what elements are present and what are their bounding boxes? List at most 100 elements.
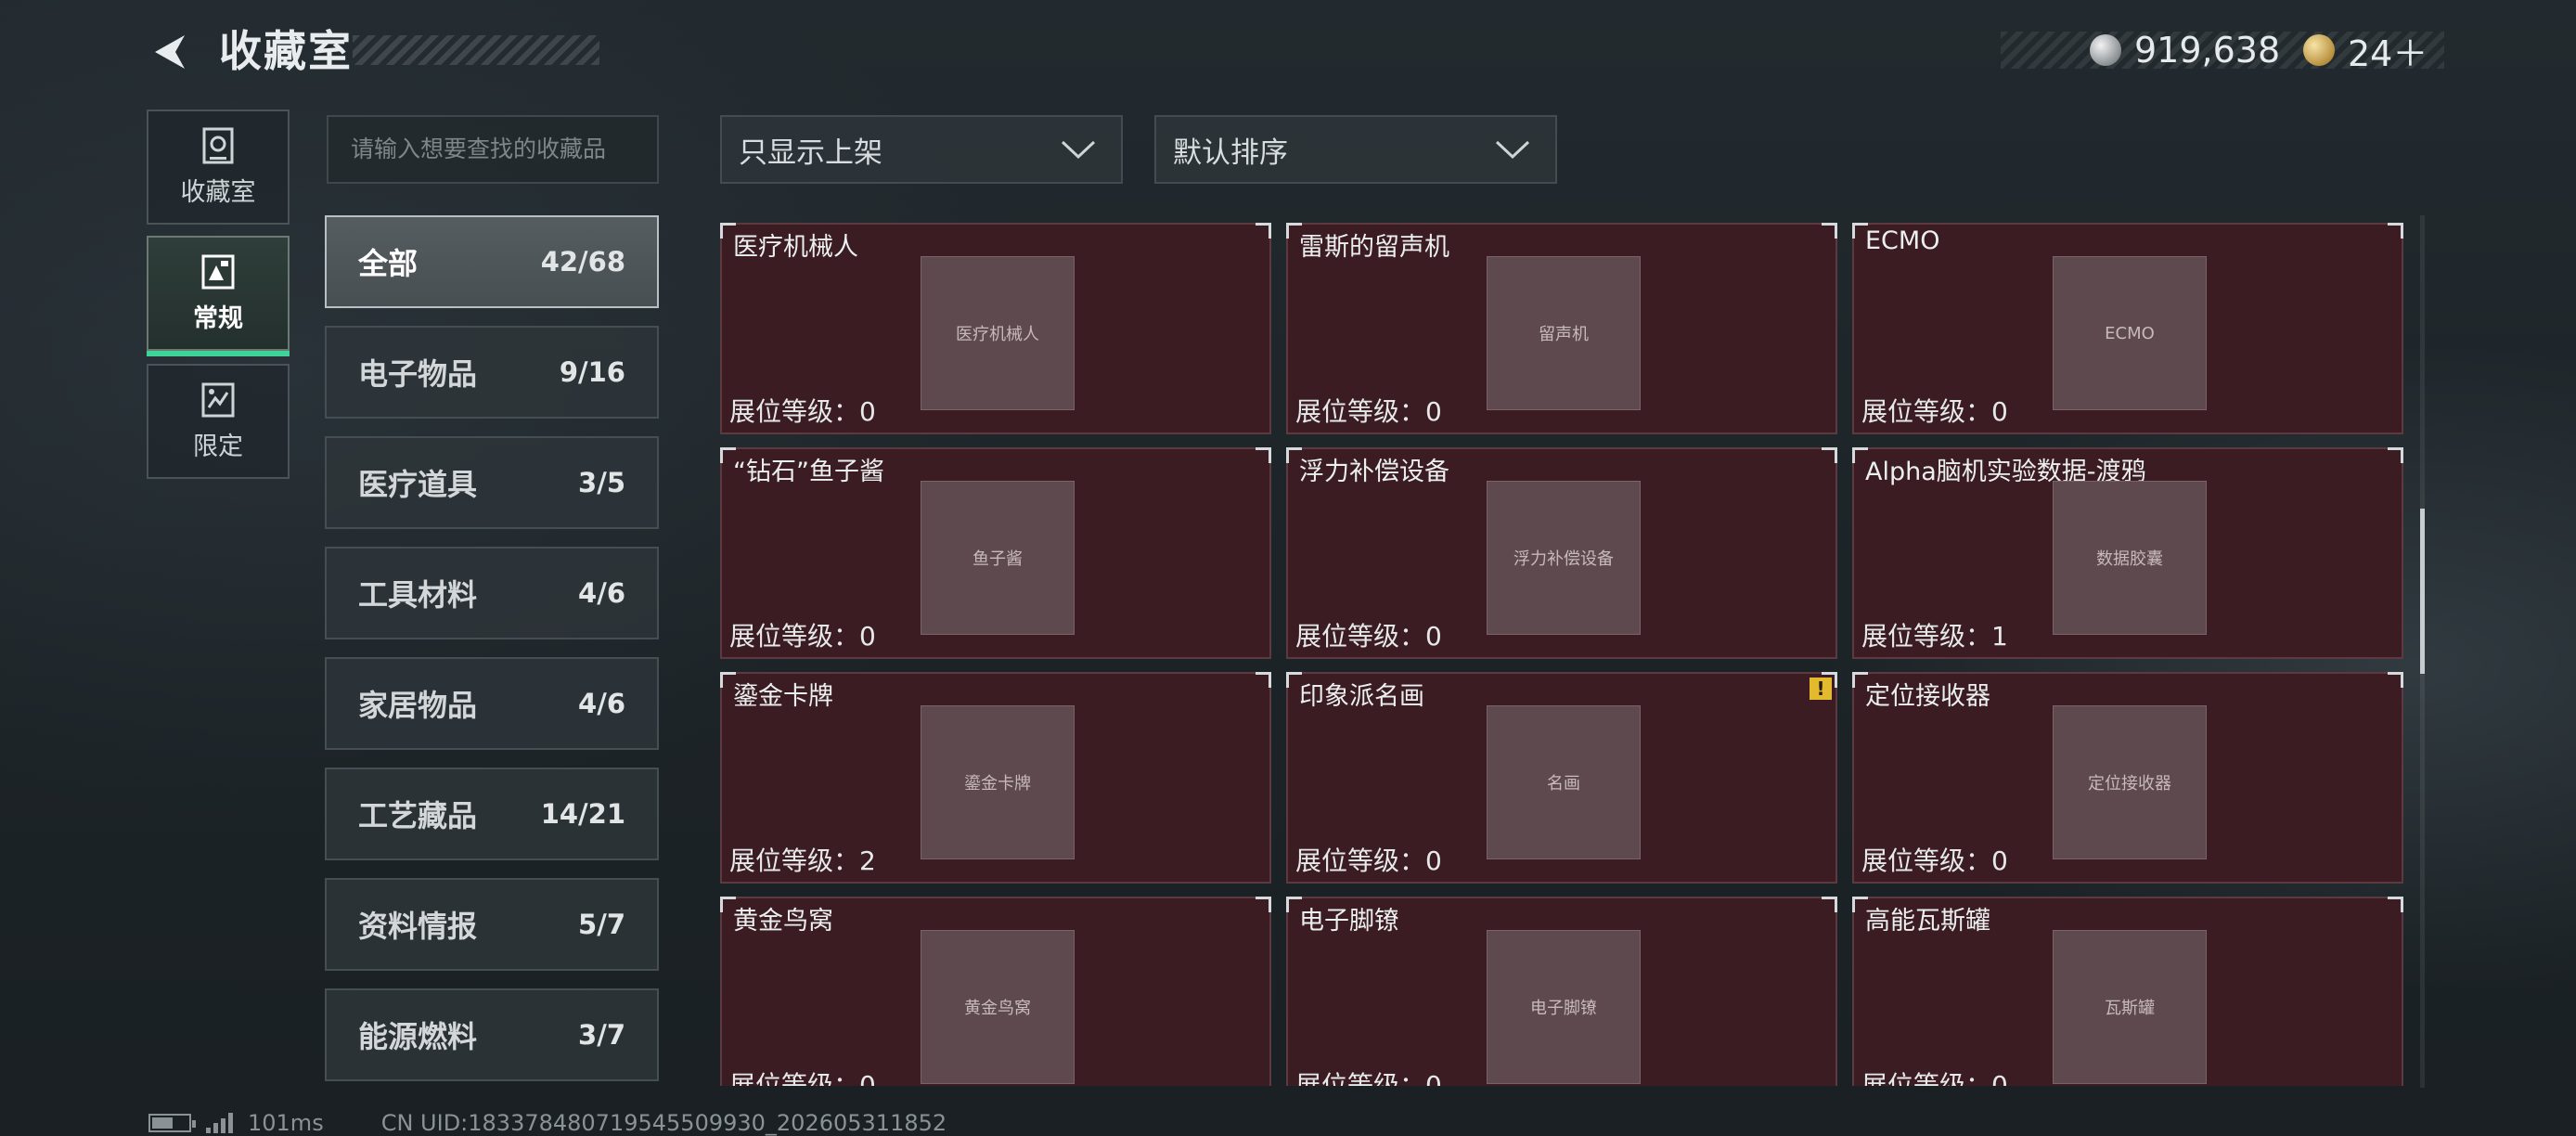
item-card[interactable]: 印象派名画 名画 ! 展位等级：0 [1286, 672, 1837, 884]
category-all[interactable]: 全部 42/68 [325, 215, 659, 308]
item-level: 展位等级：0 [1861, 846, 2008, 876]
item-image: ECMO [2053, 256, 2207, 410]
category-count: 3/7 [578, 1019, 625, 1051]
tab-vault[interactable]: 收藏室 [147, 110, 290, 225]
warning-badge-icon[interactable]: ! [1810, 678, 1832, 700]
category-household[interactable]: 家居物品 4/6 [325, 657, 659, 750]
scrollbar-thumb[interactable] [2420, 509, 2425, 674]
uid-text: CN UID:18337848071954550993​0_2026053118… [380, 1110, 947, 1136]
item-image: 数据胶囊 [2053, 481, 2207, 635]
item-level: 展位等级：0 [1861, 1070, 2008, 1086]
collection-room-screen: 收藏室 919,638 24＋ 收藏室 常规 限定 请输入想要查找的收藏品 全部… [0, 0, 2576, 1136]
category-name: 家居物品 [358, 688, 478, 723]
item-level: 展位等级：0 [1295, 1070, 1442, 1086]
category-electronics[interactable]: 电子物品 9/16 [325, 326, 659, 419]
tab-regular-label: 常规 [193, 303, 243, 333]
item-image: 定位接收器 [2053, 705, 2207, 859]
item-card[interactable]: 定位接收器 定位接收器 展位等级：0 [1852, 672, 2403, 884]
category-crafts[interactable]: 工艺藏品 14/21 [325, 768, 659, 860]
item-name: 鎏金卡牌 [733, 682, 833, 711]
chevron-down-icon [1495, 140, 1530, 160]
item-level: 展位等级：0 [729, 621, 876, 652]
item-name: 黄金鸟窝 [733, 907, 833, 936]
currency-secondary-value: 24＋ [2348, 32, 2428, 74]
item-card[interactable]: “钻石”鱼子酱 鱼子酱 展位等级：0 [720, 447, 1271, 659]
item-level: 展位等级：0 [729, 396, 876, 427]
tab-regular[interactable]: 常规 [147, 236, 290, 356]
item-card[interactable]: 雷斯的留声机 留声机 展位等级：0 [1286, 223, 1837, 434]
display-filter-dropdown[interactable]: 只显示上架 [720, 115, 1123, 184]
category-tools[interactable]: 工具材料 4/6 [325, 547, 659, 639]
item-card[interactable]: Alpha脑机实验数据-渡鸦 数据胶囊 展位等级：1 [1852, 447, 2403, 659]
item-image: 鱼子酱 [921, 481, 1075, 635]
display-filter-value: 只显示上架 [739, 136, 882, 170]
item-card[interactable]: 黄金鸟窝 黄金鸟窝 展位等级：0 [720, 897, 1271, 1086]
silver-coin-icon [2090, 34, 2121, 66]
status-bar: 101ms CN UID:18337848071954550993​0_2026… [148, 1110, 947, 1136]
item-card[interactable]: 高能瓦斯罐 瓦斯罐 展位等级：0 [1852, 897, 2403, 1086]
tab-limited-label: 限定 [193, 432, 243, 461]
back-arrow-icon [154, 34, 185, 69]
category-count: 9/16 [559, 356, 625, 388]
currency-primary: 919,638 [2090, 28, 2280, 72]
item-card[interactable]: 医疗机械人 医疗机械人 展位等级：0 [720, 223, 1271, 434]
item-name: ECMO [1865, 226, 1940, 255]
item-name: 印象派名画 [1299, 682, 1424, 711]
item-name: 医疗机械人 [733, 233, 858, 262]
item-level: 展位等级：0 [1295, 846, 1442, 876]
category-name: 工具材料 [358, 577, 478, 613]
tab-limited[interactable]: 限定 [147, 364, 290, 479]
item-card[interactable]: 鎏金卡牌 鎏金卡牌 展位等级：2 [720, 672, 1271, 884]
card-icon [200, 253, 237, 290]
item-card[interactable]: 电子脚镣 电子脚镣 展位等级：0 [1286, 897, 1837, 1086]
category-count: 4/6 [578, 688, 625, 719]
item-card[interactable]: ECMO ECMO 展位等级：0 [1852, 223, 2403, 434]
signal-icon [206, 1113, 233, 1133]
item-image: 医疗机械人 [921, 256, 1075, 410]
category-count: 14/21 [540, 798, 625, 830]
category-name: 电子物品 [358, 356, 478, 392]
item-level: 展位等级：0 [1861, 396, 2008, 427]
item-level: 展位等级：0 [1295, 396, 1442, 427]
search-input[interactable]: 请输入想要查找的收藏品 [327, 115, 659, 184]
item-name: 浮力补偿设备 [1299, 458, 1449, 486]
vault-icon [200, 127, 237, 164]
item-name: 定位接收器 [1865, 682, 1990, 711]
category-count: 42/68 [540, 246, 625, 278]
category-medical[interactable]: 医疗道具 3/5 [325, 436, 659, 529]
category-count: 5/7 [578, 909, 625, 940]
category-energy[interactable]: 能源燃料 3/7 [325, 988, 659, 1081]
item-image: 浮力补偿设备 [1487, 481, 1641, 635]
item-card[interactable]: 浮力补偿设备 浮力补偿设备 展位等级：0 [1286, 447, 1837, 659]
item-image: 留声机 [1487, 256, 1641, 410]
item-level: 展位等级：2 [729, 846, 876, 876]
item-image: 瓦斯罐 [2053, 930, 2207, 1084]
item-name: “钻石”鱼子酱 [733, 458, 884, 486]
item-level: 展位等级：1 [1861, 621, 2008, 652]
item-name: 电子脚镣 [1299, 907, 1399, 936]
sort-dropdown[interactable]: 默认排序 [1154, 115, 1557, 184]
item-image: 电子脚镣 [1487, 930, 1641, 1084]
category-name: 资料情报 [358, 909, 478, 944]
battery-icon [148, 1114, 196, 1132]
ping-value: 101ms [248, 1110, 324, 1136]
item-image: 黄金鸟窝 [921, 930, 1075, 1084]
item-name: 雷斯的留声机 [1299, 233, 1449, 262]
title-decoration [353, 35, 599, 65]
currency-secondary[interactable]: 24＋ [2303, 28, 2428, 74]
collection-grid: 医疗机械人 医疗机械人 展位等级：0 雷斯的留声机 留声机 展位等级：0 ECM… [720, 223, 2405, 1086]
category-name: 能源燃料 [358, 1019, 478, 1054]
category-name: 工艺藏品 [358, 798, 478, 833]
tab-vault-label: 收藏室 [180, 177, 256, 207]
item-image: 名画 [1487, 705, 1641, 859]
currency-primary-value: 919,638 [2134, 30, 2281, 71]
category-intel[interactable]: 资料情报 5/7 [325, 878, 659, 971]
sort-value: 默认排序 [1173, 136, 1288, 170]
limited-card-icon [200, 381, 237, 419]
category-count: 3/5 [578, 467, 625, 498]
gold-coin-icon [2303, 34, 2335, 66]
item-level: 展位等级：0 [729, 1070, 876, 1086]
chevron-down-icon [1061, 140, 1096, 160]
back-button[interactable] [144, 26, 195, 77]
category-name: 医疗道具 [358, 467, 478, 502]
